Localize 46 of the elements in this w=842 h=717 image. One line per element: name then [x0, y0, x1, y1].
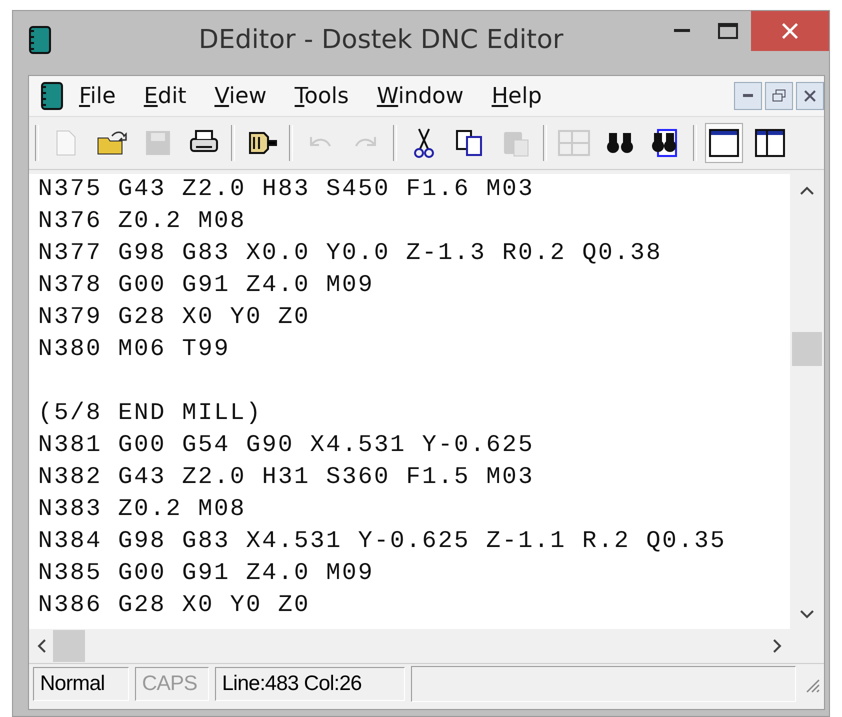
code-line: N376 Z0.2 M08	[38, 207, 248, 237]
menu-item[interactable]: Window	[362, 84, 478, 108]
status-pane: CAPS	[135, 667, 209, 701]
code-line: N381 G00 G54 G90 X4.531 Y-0.625	[38, 431, 536, 461]
menu-item[interactable]: Edit	[130, 84, 200, 108]
minimize-icon	[674, 29, 690, 33]
code-line: N384 G98 G83 X4.531 Y-0.625 Z-1.1 R.2 Q0.35	[38, 527, 728, 557]
columns-icon[interactable]	[755, 129, 785, 157]
menu-item[interactable]: View	[200, 84, 281, 108]
code-line: N385 G00 G91 Z4.0 M09	[38, 559, 376, 589]
scroll-thumb[interactable]	[53, 630, 85, 662]
menu-item[interactable]: File	[65, 84, 130, 108]
minimize-button[interactable]	[734, 82, 762, 110]
restore-button[interactable]	[765, 82, 793, 110]
close-button[interactable]	[796, 82, 824, 110]
view-toggle[interactable]	[705, 123, 743, 163]
code-line: N377 G98 G83 X0.0 Y0.0 Z-1.3 R0.2 Q0.38	[38, 239, 664, 269]
code-line: N383 Z0.2 M08	[38, 495, 248, 525]
scissors-icon[interactable]	[414, 127, 434, 159]
binoculars-icon[interactable]	[605, 131, 635, 155]
code-line: N379 G28 X0 Y0 Z0	[38, 303, 312, 333]
restore-icon	[772, 89, 786, 103]
code-line: N380 M06 T99	[38, 335, 232, 365]
code-line: N386 G28 X0 Y0 Z0	[38, 591, 312, 621]
menu-item[interactable]: Tools	[280, 84, 363, 108]
status-pane: Line:483 Col:26	[215, 667, 405, 701]
code-editor[interactable]	[29, 174, 790, 629]
code-line: (5/8 END MILL)	[38, 399, 264, 429]
window-icon[interactable]	[709, 129, 739, 157]
menu-item[interactable]: Help	[478, 84, 556, 108]
window-title: DEditor - Dostek DNC Editor	[198, 25, 564, 55]
connector-icon[interactable]	[246, 129, 278, 157]
status-pane: Normal	[33, 667, 129, 701]
scroll-thumb[interactable]	[792, 332, 822, 366]
close-button[interactable]	[751, 11, 829, 51]
code-line: N378 G00 G91 Z4.0 M09	[38, 271, 376, 301]
minimize-icon	[743, 94, 753, 98]
maximize-icon	[718, 23, 738, 39]
book-icon	[39, 81, 65, 111]
close-icon	[804, 90, 816, 102]
copy-icon[interactable]	[455, 129, 485, 157]
code-line: N375 G43 Z2.0 H83 S450 F1.6 M03	[38, 175, 536, 205]
close-icon	[781, 22, 799, 40]
code-line: N382 G43 Z2.0 H31 S360 F1.5 M03	[38, 463, 536, 493]
folder-icon[interactable]	[96, 130, 128, 156]
book-icon	[27, 25, 53, 55]
